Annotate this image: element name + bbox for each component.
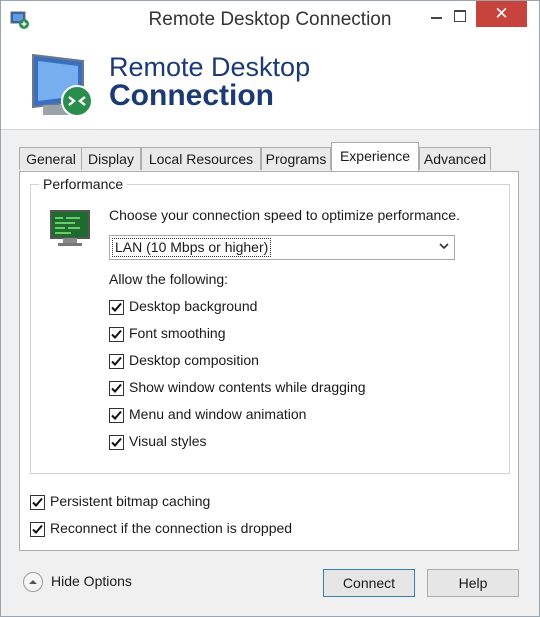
chevron-up-icon[interactable] xyxy=(23,572,43,592)
connect-button[interactable]: Connect xyxy=(323,569,415,597)
reconnect-label: Reconnect if the connection is dropped xyxy=(50,520,293,536)
tab-programs[interactable]: Programs xyxy=(261,147,331,170)
remote-desktop-window: Remote Desktop Connection ✕ Remote Deskt… xyxy=(0,0,540,617)
close-button[interactable]: ✕ xyxy=(476,1,527,27)
allow-following-label: Allow the following: xyxy=(109,271,229,287)
visual-styles-checkbox[interactable] xyxy=(109,435,124,450)
title-bar: Remote Desktop Connection ✕ xyxy=(1,1,539,39)
checkmark-icon xyxy=(111,383,122,393)
reconnect-checkbox[interactable] xyxy=(30,522,45,537)
performance-group-title: Performance xyxy=(39,176,128,192)
chevron-down-icon[interactable] xyxy=(438,239,450,256)
desktop-composition-checkbox[interactable] xyxy=(109,354,124,369)
checkmark-icon xyxy=(111,410,122,420)
tab-display[interactable]: Display xyxy=(81,147,141,170)
performance-group: Performance Choose your connection speed… xyxy=(30,176,510,474)
tab-general[interactable]: General xyxy=(19,147,83,170)
tab-advanced[interactable]: Advanced xyxy=(419,147,491,170)
menu-window-animation-label: Menu and window animation xyxy=(129,406,307,422)
persistent-bitmap-caching-checkbox[interactable] xyxy=(30,495,45,510)
experience-tab-panel: Performance Choose your connection speed… xyxy=(19,171,519,551)
menu-window-animation-checkbox[interactable] xyxy=(109,408,124,423)
font-smoothing-label: Font smoothing xyxy=(129,325,226,341)
show-window-contents-label: Show window contents while dragging xyxy=(129,379,366,395)
minimize-icon xyxy=(431,17,442,19)
performance-description: Choose your connection speed to optimize… xyxy=(109,207,460,223)
remote-desktop-monitor-icon xyxy=(32,53,93,117)
tab-experience[interactable]: Experience xyxy=(331,142,419,171)
banner-title-line2: Connection xyxy=(109,79,274,112)
maximize-button[interactable] xyxy=(446,1,480,31)
checkmark-icon xyxy=(32,497,43,507)
connection-speed-select[interactable]: LAN (10 Mbps or higher) xyxy=(109,235,455,260)
desktop-composition-label: Desktop composition xyxy=(129,352,259,368)
hide-options-label: Hide Options xyxy=(51,573,132,589)
close-icon: ✕ xyxy=(494,4,509,23)
font-smoothing-checkbox[interactable] xyxy=(109,327,124,342)
checkmark-icon xyxy=(111,329,122,339)
connection-speed-value: LAN (10 Mbps or higher) xyxy=(112,238,272,257)
help-button[interactable]: Help xyxy=(427,569,519,597)
tab-local-resources[interactable]: Local Resources xyxy=(141,147,261,170)
persistent-bitmap-caching-label: Persistent bitmap caching xyxy=(50,493,211,509)
checkmark-icon xyxy=(32,524,43,534)
checkmark-icon xyxy=(111,302,122,312)
checkmark-icon xyxy=(111,437,122,447)
show-window-contents-checkbox[interactable] xyxy=(109,381,124,396)
desktop-background-checkbox[interactable] xyxy=(109,300,124,315)
checkmark-icon xyxy=(111,356,122,366)
banner: Remote Desktop Connection xyxy=(1,39,539,130)
maximize-icon xyxy=(454,10,466,22)
visual-styles-label: Visual styles xyxy=(129,433,207,449)
desktop-background-label: Desktop background xyxy=(129,298,258,314)
performance-monitor-icon xyxy=(50,210,90,246)
